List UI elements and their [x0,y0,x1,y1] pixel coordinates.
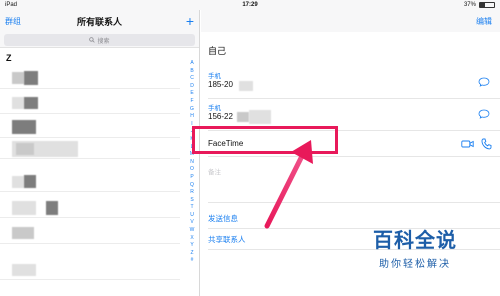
index-letter[interactable]: X [190,235,193,243]
message-icon[interactable] [478,77,490,87]
contact-row[interactable] [0,67,180,89]
index-letter[interactable]: A [190,60,193,68]
phone-1-label: 手机 [208,73,221,80]
index-letter[interactable]: W [190,227,195,235]
contacts-title: 所有联系人 [76,16,122,27]
index-letter[interactable]: Y [190,242,193,250]
section-header: Z [6,53,12,63]
index-letter[interactable]: T [190,204,193,212]
contact-row[interactable] [0,116,180,138]
contact-row[interactable] [0,137,180,159]
watermark-subtitle: 助你轻松解决 [379,259,451,270]
contact-name: 自己 [208,46,227,56]
index-letter[interactable]: C [190,75,194,83]
video-camera-icon[interactable] [461,139,474,149]
phone-icon[interactable] [481,138,492,150]
index-letter[interactable]: N [190,159,194,167]
index-letter[interactable]: Q [190,182,194,190]
index-letter[interactable]: P [190,174,193,182]
index-letter[interactable]: F [190,98,193,106]
index-letter[interactable]: D [190,83,194,91]
index-letter[interactable]: H [190,113,194,121]
message-icon[interactable] [478,109,490,119]
index-letter[interactable]: G [190,106,194,114]
send-message-button[interactable]: 发送信息 [208,213,238,224]
index-letter[interactable]: O [190,166,194,174]
phone-2-value[interactable]: 156-22 [208,112,233,121]
index-letter[interactable]: Z [190,250,193,258]
contact-row[interactable] [0,222,180,244]
contact-row[interactable] [0,170,180,192]
status-bar: iPad 17:29 37% [0,0,500,10]
notes-label[interactable]: 备注 [208,166,221,176]
index-letter[interactable]: R [190,189,194,197]
groups-button[interactable]: 群组 [5,16,45,27]
share-contact-button[interactable]: 共享联系人 [208,234,246,245]
battery-percent: 37% [463,2,476,8]
index-letter[interactable]: E [190,90,193,98]
watermark-title: 百科全说 [373,230,457,252]
edit-button[interactable]: 编辑 [476,16,492,27]
index-letter[interactable]: V [190,219,193,227]
search-input[interactable]: 搜索 [4,34,195,46]
battery-icon [478,2,495,8]
index-letter[interactable]: U [190,212,194,220]
pointer-arrow-icon [264,140,313,229]
clock: 17:29 [242,2,258,8]
index-letter[interactable]: B [190,68,193,76]
phone-1-value[interactable]: 185-20 [208,80,233,89]
index-letter[interactable]: # [191,257,194,265]
contacts-list-panel: 群组 所有联系人 + 搜索 Z ABCDEFGHIJKLMNOPQRSTUV W… [0,10,200,296]
watermark: 百科全说 助你轻松解决 [360,224,470,270]
contact-row[interactable] [0,258,180,280]
contact-row[interactable] [0,196,180,218]
add-contact-icon[interactable]: + [154,14,194,28]
phone-2-label: 手机 [208,105,221,112]
index-letter[interactable]: S [190,197,193,205]
search-placeholder: 搜索 [97,38,110,45]
contacts-navbar: 群组 所有联系人 + [0,10,199,32]
search-icon [89,37,96,43]
detail-navbar: 编辑 [201,10,500,32]
section-index[interactable]: A B C D E F G H I J K L M N O P Q R S T U V W X Y Z # [187,60,197,265]
device-name: iPad [5,2,18,8]
contact-row[interactable] [0,92,180,114]
